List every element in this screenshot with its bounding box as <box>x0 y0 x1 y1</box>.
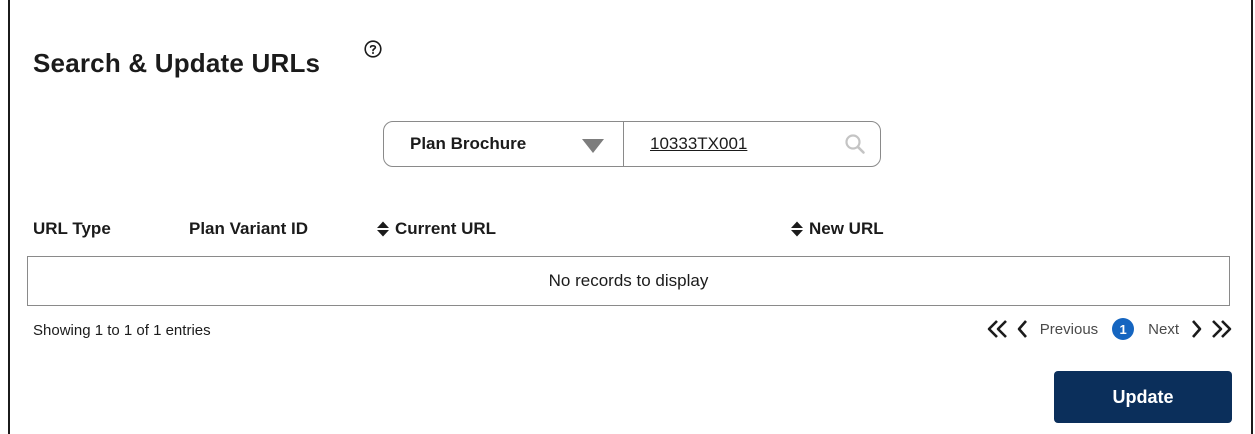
chevron-left-icon[interactable] <box>1016 319 1028 339</box>
page-number-badge[interactable]: 1 <box>1112 318 1135 340</box>
sort-icon[interactable] <box>790 220 804 238</box>
column-header-url-type: URL Type <box>33 219 111 239</box>
double-chevron-right-icon[interactable] <box>1209 319 1233 339</box>
column-header-label: Current URL <box>395 219 497 238</box>
column-header-label: URL Type <box>33 219 111 238</box>
search-input[interactable]: 10333TX001 <box>624 122 880 166</box>
help-icon[interactable] <box>364 40 382 58</box>
column-header-label: Plan Variant ID <box>189 219 309 238</box>
page-title: Search & Update URLs <box>33 48 321 78</box>
entries-summary: Showing 1 to 1 of 1 entries <box>33 322 211 339</box>
pagination: Previous 1 Next <box>986 318 1233 340</box>
search-bar: Plan Brochure 10333TX001 <box>383 121 881 167</box>
url-type-select-value: Plan Brochure <box>410 134 527 153</box>
search-icon[interactable] <box>844 133 866 155</box>
chevron-right-icon[interactable] <box>1191 319 1203 339</box>
column-header-label: New URL <box>809 219 884 238</box>
url-type-select[interactable]: Plan Brochure <box>384 122 624 166</box>
caret-down-icon <box>582 139 604 153</box>
sort-icon[interactable] <box>376 220 390 238</box>
column-header-current-url[interactable]: Current URL <box>376 219 496 239</box>
column-header-plan-variant-id: Plan Variant ID <box>189 219 308 239</box>
empty-table-message: No records to display <box>27 256 1230 306</box>
update-button[interactable]: Update <box>1054 371 1232 423</box>
search-input-value: 10333TX001 <box>650 134 748 153</box>
column-header-new-url[interactable]: New URL <box>790 219 884 239</box>
double-chevron-left-icon[interactable] <box>986 319 1010 339</box>
next-page-link[interactable]: Next <box>1148 321 1179 338</box>
previous-page-link[interactable]: Previous <box>1040 321 1098 338</box>
